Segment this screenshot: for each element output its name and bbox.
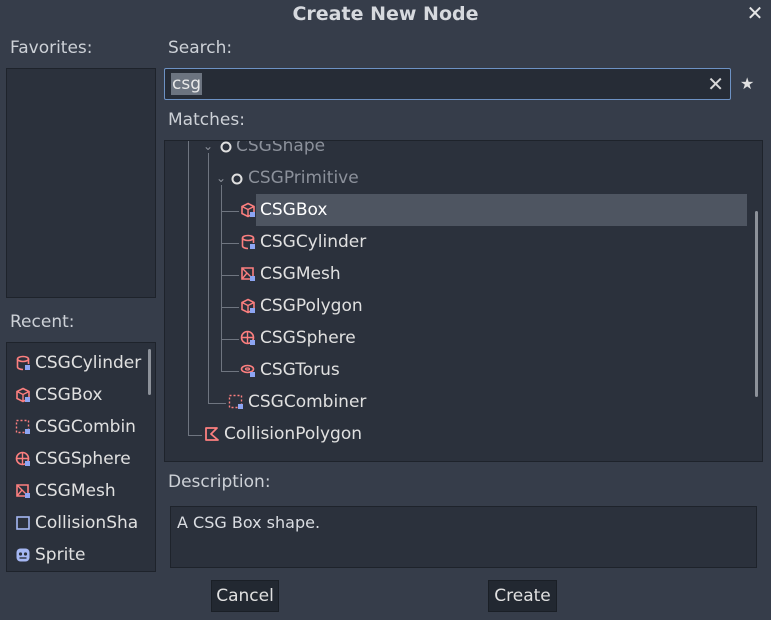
chevron-down-icon[interactable]: ⌄ (203, 141, 213, 162)
tree-item-label: CSGTorus (260, 360, 340, 380)
csg-box-icon (16, 387, 30, 403)
csg-torus-icon (240, 364, 255, 377)
recent-item-collisionshape[interactable]: CollisionSha (7, 507, 147, 539)
favorites-label: Favorites: (10, 38, 93, 58)
tree-item-csgprimitive[interactable]: ⌄ CSGPrimitive (165, 162, 745, 194)
recent-item-csgsphere[interactable]: CSGSphere (7, 443, 147, 475)
tree-item-csgsphere[interactable]: CSGSphere (165, 322, 745, 354)
matches-scrollbar[interactable] (755, 211, 758, 397)
tree-item-label: CSGPrimitive (248, 168, 359, 188)
recent-item-label: CSGCombin (35, 417, 136, 437)
node-circle-icon (231, 173, 243, 185)
recent-label: Recent: (10, 312, 75, 332)
recent-list[interactable]: CSGCylinder CSGBox CSGCombin CSGSphere C… (6, 342, 156, 572)
recent-item-label: CSGCylinder (35, 353, 142, 373)
description-text: A CSG Box shape. (177, 513, 321, 532)
csg-cylinder-icon (16, 355, 30, 371)
recent-item-label: CollisionSha (35, 513, 139, 533)
matches-label: Matches: (168, 110, 245, 130)
recent-item-label: CSGMesh (35, 481, 116, 501)
search-input[interactable]: csg ✕ (164, 68, 731, 100)
search-label: Search: (168, 38, 233, 58)
tree-item-label: CSGShape (236, 140, 326, 156)
dialog-title: Create New Node (292, 3, 479, 25)
clear-icon[interactable]: ✕ (707, 72, 724, 96)
recent-item-label: CSGBox (35, 385, 103, 405)
tree-item-csgbox[interactable]: CSGBox (165, 194, 745, 226)
csg-sphere-icon (240, 330, 255, 345)
recent-item-sprite[interactable]: Sprite (7, 539, 147, 571)
recent-item-csgmesh[interactable]: CSGMesh (7, 475, 147, 507)
chevron-down-icon[interactable]: ⌄ (216, 162, 226, 194)
tree-item-csgcylinder[interactable]: CSGCylinder (165, 226, 745, 258)
tree-item-label: CSGMesh (260, 264, 341, 284)
csg-box-icon (241, 202, 255, 218)
csg-cylinder-icon (241, 234, 255, 250)
tree-item-csgpolygon[interactable]: CSGPolygon (165, 290, 745, 322)
close-icon[interactable]: ✕ (745, 2, 765, 24)
tree-item-csgtorus[interactable]: CSGTorus (165, 354, 745, 386)
recent-item-csgcombiner[interactable]: CSGCombin (7, 411, 147, 443)
favorite-star-icon[interactable]: ★ (740, 74, 754, 93)
tree-item-csgshape[interactable]: ⌄ CSGShape (165, 140, 745, 162)
tree-item-label: CSGBox (260, 200, 328, 220)
recent-item-label: CSGSphere (35, 449, 131, 469)
node-circle-icon (220, 141, 232, 153)
search-input-value: csg (171, 73, 202, 95)
csg-polygon-icon (241, 298, 255, 314)
csg-mesh-icon (16, 484, 30, 498)
tree-item-label: CSGCylinder (260, 232, 367, 252)
sprite-icon (16, 548, 30, 562)
recent-item-label: Sprite (35, 545, 86, 565)
collision-polygon-icon (205, 427, 219, 441)
csg-combiner-icon (15, 419, 30, 434)
recent-item-csgbox[interactable]: CSGBox (7, 379, 147, 411)
tree-item-csgmesh[interactable]: CSGMesh (165, 258, 745, 290)
tree-item-collisionpolygon[interactable]: CollisionPolygon (165, 418, 745, 450)
cancel-button[interactable]: Cancel (211, 580, 279, 612)
csg-combiner-icon (228, 394, 243, 409)
recent-item-csgcylinder[interactable]: CSGCylinder (7, 347, 147, 379)
collision-shape-icon (16, 516, 30, 530)
create-button[interactable]: Create (488, 580, 557, 612)
csg-sphere-icon (15, 451, 30, 466)
tree-item-label: CSGCombiner (248, 392, 367, 412)
description-box: A CSG Box shape. (170, 506, 757, 568)
tree-item-label: CSGPolygon (260, 296, 363, 316)
tree-item-csgcombiner[interactable]: CSGCombiner (165, 386, 745, 418)
tree-item-label: CSGSphere (260, 328, 356, 348)
matches-tree[interactable]: ⌄ CSGShape ⌄ CSGPrimitive CSGBox CSGCyli… (164, 140, 763, 462)
description-label: Description: (168, 472, 271, 492)
favorites-list[interactable] (6, 68, 156, 298)
recent-scrollbar[interactable] (148, 349, 151, 395)
tree-item-label: CollisionPolygon (224, 424, 362, 444)
csg-mesh-icon (241, 267, 255, 281)
